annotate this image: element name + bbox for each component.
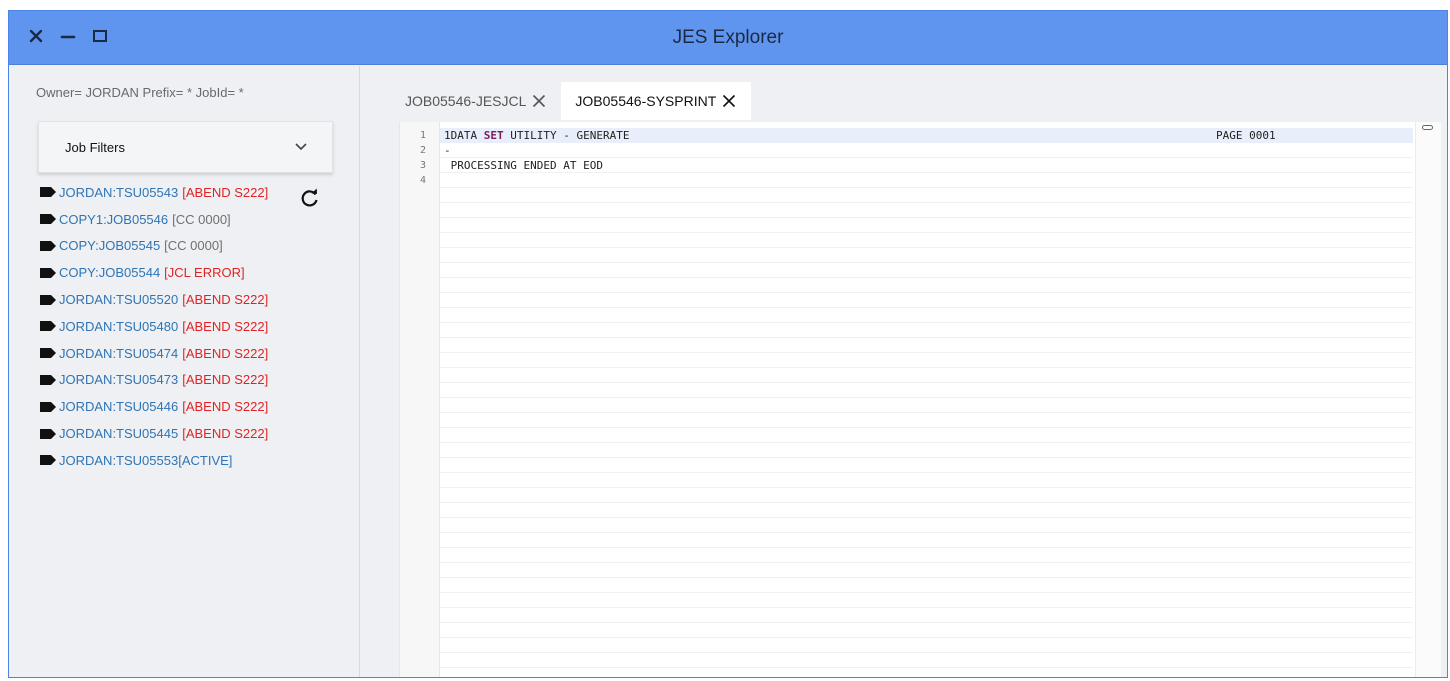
- spool-line-text: -: [444, 143, 451, 158]
- job-list-item[interactable]: JORDAN:TSU05520 [ABEND S222]: [39, 286, 268, 313]
- spool-line: -: [440, 143, 1413, 158]
- job-status: [JCL ERROR]: [164, 265, 245, 281]
- job-list-item[interactable]: JORDAN:TSU05446 [ABEND S222]: [39, 393, 268, 420]
- job-name: COPY1:JOB05546: [59, 211, 169, 227]
- line-number: 2: [419, 145, 426, 156]
- job-filters-expander[interactable]: Job Filters: [38, 121, 333, 173]
- spool-content: 1DATA SET UTILITY - GENERATE PAGE 0001 - P…: [440, 128, 1413, 668]
- job-sidebar: Owner= JORDAN Prefix= * JobId= * Job Fil…: [9, 66, 360, 677]
- job-status: [ABEND S222]: [182, 345, 269, 361]
- job-filters-label: Job Filters: [65, 139, 125, 155]
- job-name: JORDAN:TSU05520: [59, 292, 179, 308]
- job-list: JORDAN:TSU05543 [ABEND S222] COPY1:JOB0554…: [39, 179, 268, 474]
- job-status: [ABEND S222]: [182, 426, 269, 442]
- scrollbar-thumb[interactable]: [1422, 125, 1433, 130]
- spool-line: [440, 173, 1413, 188]
- refresh-icon[interactable]: [299, 187, 321, 209]
- job-name: JORDAN:TSU05474: [59, 345, 179, 361]
- job-status: [ABEND S222]: [182, 292, 269, 308]
- job-list-item[interactable]: JORDAN:TSU05480 [ABEND S222]: [39, 313, 268, 340]
- job-list-item[interactable]: JORDAN:TSU05474 [ABEND S222]: [39, 340, 268, 367]
- job-status: [ACTIVE]: [178, 452, 233, 468]
- file-tab[interactable]: JOB05546-SYSPRINT: [561, 82, 752, 120]
- tag-icon: [40, 294, 56, 305]
- job-name: JORDAN:TSU05553: [59, 452, 179, 468]
- close-icon[interactable]: [531, 93, 547, 109]
- file-tabs: JOB05546-JESJCL JOB05546-SYSPRINT: [391, 82, 752, 120]
- job-list-item[interactable]: JORDAN:TSU05553 [ACTIVE]: [39, 447, 268, 474]
- job-name: COPY:JOB05545: [59, 238, 161, 254]
- jes-explorer-window: JES Explorer Owner= JORDAN Prefix= * Job…: [8, 10, 1448, 678]
- tab-label: JOB05546-JESJCL: [405, 93, 527, 109]
- job-list-item[interactable]: COPY:JOB05544 [JCL ERROR]: [39, 259, 268, 286]
- job-list-item[interactable]: JORDAN:TSU05445 [ABEND S222]: [39, 420, 268, 447]
- spool-line: PROCESSING ENDED AT EOD: [440, 158, 1413, 173]
- spool-line: 1DATA SET UTILITY - GENERATE PAGE 0001: [440, 128, 1413, 143]
- job-name: COPY:JOB05544: [59, 265, 161, 281]
- text-segment: -: [444, 144, 451, 157]
- tag-icon: [40, 240, 56, 251]
- line-number: 4: [419, 175, 426, 186]
- tag-icon: [40, 267, 56, 278]
- line-numbers: 1 2 3 4: [400, 128, 426, 188]
- job-name: JORDAN:TSU05543: [59, 184, 179, 200]
- line-number: 1: [419, 130, 426, 141]
- tag-icon: [40, 428, 56, 439]
- keyword-segment: SET: [483, 129, 504, 142]
- content-pane: JOB05546-JESJCL JOB05546-SYSPRINT 1 2 3 4 1D…: [361, 66, 1447, 677]
- job-status: [ABEND S222]: [182, 399, 269, 415]
- text-segment: PROCESSING ENDED AT EOD: [444, 159, 603, 172]
- filter-summary: Owner= JORDAN Prefix= * JobId= *: [36, 85, 244, 100]
- title-bar: JES Explorer: [9, 11, 1447, 65]
- tag-icon: [40, 401, 56, 412]
- job-list-item[interactable]: COPY:JOB05545 [CC 0000]: [39, 233, 268, 260]
- job-status: [ABEND S222]: [182, 372, 269, 388]
- job-status: [CC 0000]: [172, 211, 231, 227]
- job-status: [ABEND S222]: [182, 318, 269, 334]
- line-number: 3: [419, 160, 426, 171]
- job-name: JORDAN:TSU05473: [59, 372, 179, 388]
- spool-viewer[interactable]: 1 2 3 4 1DATA SET UTILITY - GENERATE PAGE 00…: [399, 122, 1441, 677]
- text-segment: UTILITY - GENERATE: [503, 129, 630, 142]
- tag-icon: [40, 455, 56, 466]
- text-segment: 1DATA: [444, 129, 484, 142]
- job-name: JORDAN:TSU05480: [59, 318, 179, 334]
- job-list-item[interactable]: JORDAN:TSU05543 [ABEND S222]: [39, 179, 268, 206]
- job-status: [CC 0000]: [164, 238, 223, 254]
- spool-line-text: PROCESSING ENDED AT EOD: [444, 158, 603, 173]
- spool-line-text: 1DATA SET UTILITY - GENERATE: [444, 128, 629, 143]
- tag-icon: [40, 214, 56, 225]
- job-list-item[interactable]: COPY1:JOB05546 [CC 0000]: [39, 206, 268, 233]
- job-list-item[interactable]: JORDAN:TSU05473 [ABEND S222]: [39, 367, 268, 394]
- tag-icon: [40, 348, 56, 359]
- job-name: JORDAN:TSU05445: [59, 426, 179, 442]
- vertical-scrollbar[interactable]: [1415, 122, 1441, 677]
- window-title: JES Explorer: [672, 27, 784, 48]
- job-name: JORDAN:TSU05446: [59, 399, 179, 415]
- tag-icon: [40, 321, 56, 332]
- tab-label: JOB05546-SYSPRINT: [575, 93, 717, 109]
- chevron-down-icon: [295, 143, 307, 151]
- line-number-gutter: 1 2 3 4: [400, 122, 440, 677]
- job-status: [ABEND S222]: [182, 184, 269, 200]
- tag-icon: [40, 374, 56, 385]
- page-marker: PAGE 0001: [1216, 129, 1276, 142]
- file-tab[interactable]: JOB05546-JESJCL: [391, 82, 561, 120]
- close-icon[interactable]: [721, 93, 737, 109]
- tag-icon: [40, 187, 56, 198]
